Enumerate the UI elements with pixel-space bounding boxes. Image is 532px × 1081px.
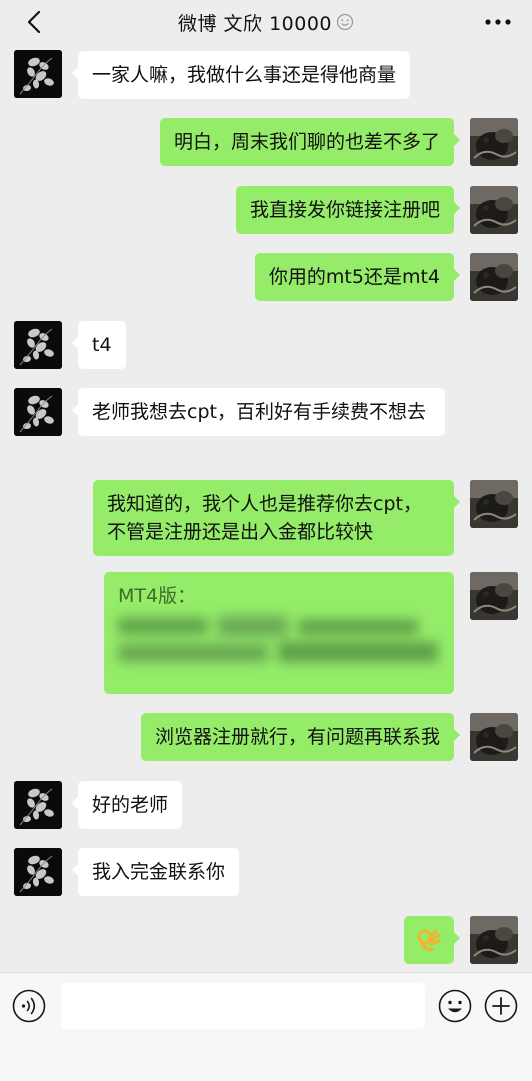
message-text: 明白，周末我们聊的也差不多了	[173, 131, 440, 153]
outgoing-message-bubble[interactable]: MT4版：	[104, 572, 454, 694]
outgoing-message-bubble[interactable]: 你用的mt5还是mt4	[254, 253, 461, 301]
input-bar	[0, 972, 532, 1081]
emoji-icon[interactable]	[438, 989, 472, 1023]
incoming-message-bubble[interactable]: 老师我想去cpt，百利好有手续费不想去	[72, 388, 445, 436]
my-avatar[interactable]	[470, 480, 518, 528]
my-avatar[interactable]	[470, 713, 518, 761]
message-input[interactable]	[61, 983, 425, 1029]
message-text: 一家人嘛，我做什么事还是得他商量	[92, 64, 397, 86]
more-button[interactable]	[480, 8, 516, 36]
message-text: 浏览器注册就行，有问题再联系我	[154, 726, 440, 748]
contact-avatar[interactable]	[14, 50, 62, 98]
smile-icon	[336, 13, 354, 31]
incoming-message-bubble[interactable]: 我入完金联系你	[71, 848, 240, 896]
contact-avatar[interactable]	[14, 781, 62, 829]
chevron-left-icon	[27, 10, 41, 34]
plus-icon[interactable]	[484, 989, 518, 1023]
message-text: 我入完金联系你	[92, 861, 226, 883]
back-button[interactable]	[18, 6, 50, 38]
message-text: 我直接发你链接注册吧	[249, 199, 440, 221]
my-avatar[interactable]	[470, 916, 518, 964]
chat-title-text: 微博 文欣 10000	[177, 12, 333, 35]
my-avatar[interactable]	[470, 253, 518, 301]
message-text: t4	[92, 334, 112, 356]
message-text: MT4版：	[118, 585, 197, 607]
outgoing-message-bubble[interactable]: 浏览器注册就行，有问题再联系我	[140, 713, 461, 761]
outgoing-message-bubble[interactable]	[404, 916, 460, 964]
my-avatar[interactable]	[470, 186, 518, 234]
message-text: 我知道的，我个人也是推荐你去cpt，不管是注册还是出入金都比较快	[107, 493, 422, 543]
incoming-message-bubble[interactable]: 一家人嘛，我做什么事还是得他商量	[71, 51, 411, 99]
outgoing-message-bubble[interactable]: 明白，周末我们聊的也差不多了	[159, 118, 461, 166]
message-text: 你用的mt5还是mt4	[268, 266, 440, 288]
chat-header: 微博 文欣 10000	[0, 0, 532, 44]
voice-icon[interactable]	[12, 989, 46, 1023]
contact-avatar[interactable]	[14, 388, 62, 436]
message-text: 老师我想去cpt，百利好有手续费不想去	[92, 401, 426, 423]
ok-hand-emoji-icon	[417, 929, 441, 952]
outgoing-message-bubble[interactable]: 我知道的，我个人也是推荐你去cpt，不管是注册还是出入金都比较快	[93, 480, 460, 556]
chat-title: 微博 文欣 10000	[178, 9, 354, 36]
incoming-message-bubble[interactable]: t4	[72, 321, 126, 369]
incoming-message-bubble[interactable]: 好的老师	[71, 781, 183, 829]
more-dots-icon	[485, 19, 511, 25]
my-avatar[interactable]	[470, 572, 518, 620]
contact-avatar[interactable]	[14, 848, 62, 896]
outgoing-message-bubble[interactable]: 我直接发你链接注册吧	[235, 186, 461, 234]
redacted-link	[118, 612, 448, 668]
message-text: 好的老师	[92, 794, 169, 816]
contact-avatar[interactable]	[14, 321, 62, 369]
my-avatar[interactable]	[470, 118, 518, 166]
